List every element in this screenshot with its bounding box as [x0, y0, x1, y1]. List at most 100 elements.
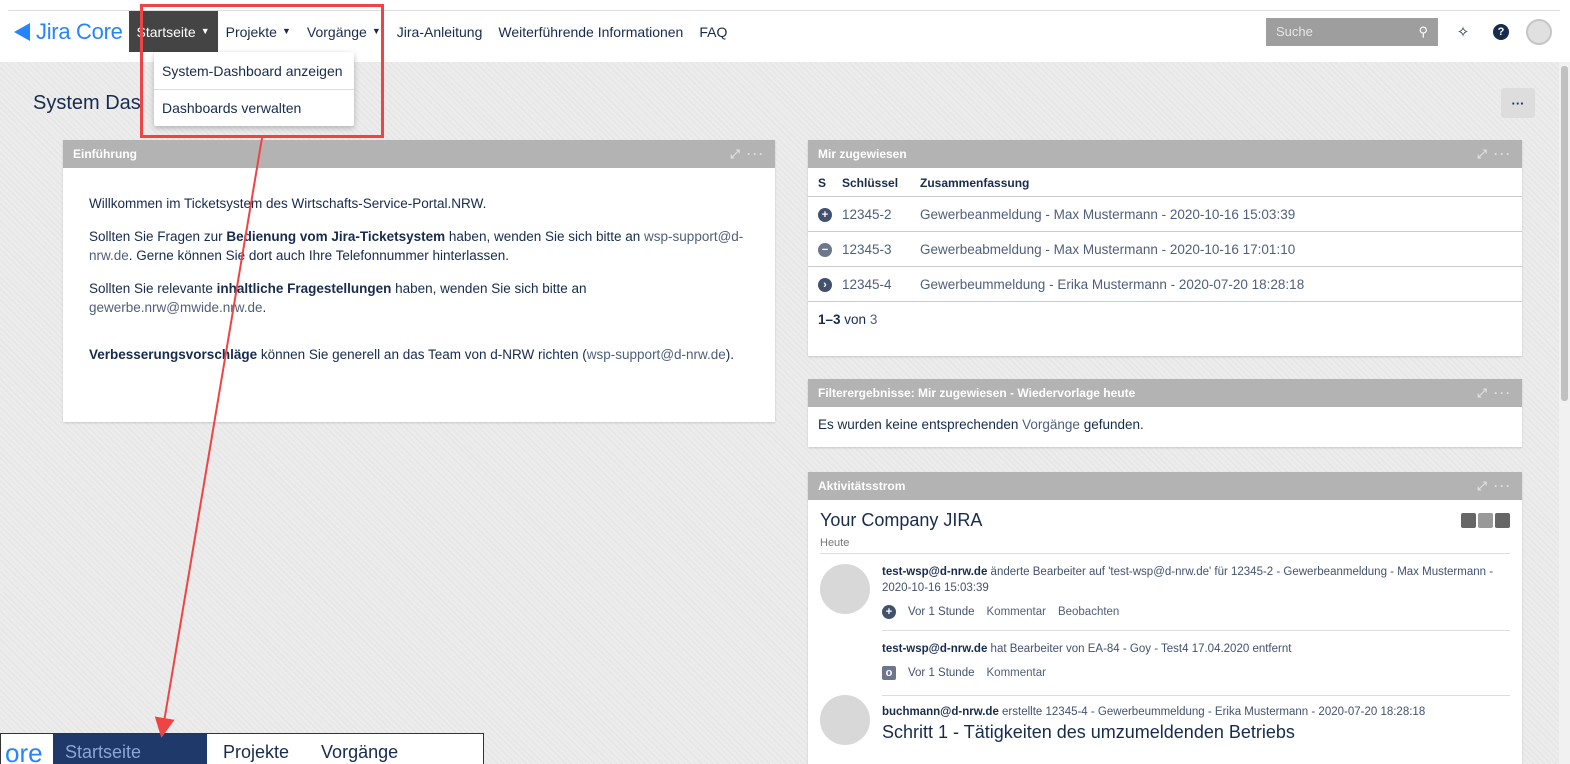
watch-link[interactable]: Beobachten	[1058, 604, 1119, 620]
text: .	[262, 300, 267, 315]
activity-time: Vor 1 Stunde	[908, 606, 975, 618]
issue-type-icon: o	[882, 666, 896, 680]
search-icon[interactable]: ⚲	[1418, 24, 1428, 40]
page-scrollbar[interactable]	[1559, 62, 1570, 764]
email-link[interactable]: gewerbe.nrw@mwide.nrw.de	[89, 300, 263, 315]
activity-description: hat Bearbeiter von EA-84 - Goy - Test4 1…	[987, 643, 1292, 655]
avatar[interactable]	[820, 564, 870, 614]
gadget-mir-zugewiesen: Mir zugewiesen ⤢ ··· S Schlüssel Zusamme…	[808, 140, 1522, 356]
issue-key-link[interactable]: 12345-3	[842, 242, 892, 257]
feedback-megaphone-icon[interactable]: ✧	[1450, 19, 1476, 45]
zoom-vorgaenge: Vorgänge	[321, 742, 399, 762]
gadget-controls-icon[interactable]: ⤢ ···	[1477, 386, 1512, 401]
annotation-highlight-box	[140, 4, 384, 138]
nav-weiterfuehrende-informationen[interactable]: Weiterführende Informationen	[490, 11, 691, 52]
help-button[interactable]: ?	[1488, 19, 1514, 45]
activity-heading: Schritt 1 - Tätigkeiten des umzumeldende…	[882, 722, 1295, 742]
vorgaenge-link[interactable]: Vorgänge	[1022, 417, 1080, 432]
activity-user-link[interactable]: buchmann@d-nrw.de	[882, 706, 999, 718]
activity-day-label: Heute	[820, 537, 1510, 554]
gadget-title: Einführung	[73, 147, 137, 161]
text: ).	[725, 347, 735, 362]
gadget-filterergebnisse: Filterergebnisse: Mir zugewiesen - Wiede…	[808, 379, 1522, 447]
activity-item: buchmann@d-nrw.de erstellte 12345-4 - Ge…	[808, 691, 1522, 755]
intro-paragraph: Verbesserungsvorschläge können Sie gener…	[89, 345, 749, 364]
text: gefunden.	[1079, 417, 1144, 432]
gadget-einfuehrung: Einführung ⤢ ··· Willkommen im Ticketsys…	[63, 140, 775, 422]
comment-link[interactable]: Kommentar	[987, 604, 1046, 620]
gadget-body: Willkommen im Ticketsystem des Wirtschaf…	[63, 168, 775, 390]
issue-key-link[interactable]: 12345-2	[842, 207, 892, 222]
comment-link[interactable]: Kommentar	[987, 665, 1046, 681]
search-input[interactable]	[1276, 24, 1406, 39]
gadget-controls-icon[interactable]: ⤢ ···	[730, 147, 765, 162]
plus-icon: +	[882, 605, 896, 619]
rss-feed-icon[interactable]	[1495, 513, 1510, 528]
text: haben, wenden Sie sich bitte an	[391, 281, 587, 296]
activity-user-link[interactable]: test-wsp@d-nrw.de	[882, 643, 987, 655]
activity-description: erstellte 12345-4 - Gewerbeummeldung - E…	[998, 706, 1426, 718]
gadget-header: Filterergebnisse: Mir zugewiesen - Wiede…	[808, 379, 1522, 407]
jira-logo[interactable]: Jira Core	[8, 11, 129, 52]
table-row[interactable]: › 12345-4 Gewerbeummeldung - Erika Muste…	[808, 266, 1522, 302]
table-header-row: S Schlüssel Zusammenfassung	[808, 168, 1522, 197]
search-box: ⚲	[1266, 17, 1438, 46]
activity-user-link[interactable]: test-wsp@d-nrw.de	[882, 566, 987, 578]
nav-jira-anleitung[interactable]: Jira-Anleitung	[389, 11, 491, 52]
issue-summary-link[interactable]: Gewerbeabmeldung - Max Mustermann - 2020…	[920, 242, 1295, 257]
text: Willkommen im Ticketsystem des Wirtschaf…	[89, 196, 487, 211]
issue-key-link[interactable]: 12345-4	[842, 277, 892, 292]
help-icon: ?	[1493, 23, 1509, 40]
gadget-controls-icon[interactable]: ⤢ ···	[1477, 147, 1512, 162]
issue-summary-link[interactable]: Gewerbeanmeldung - Max Mustermann - 2020…	[920, 207, 1295, 222]
gadget-header: Aktivitätsstrom ⤢ ···	[808, 472, 1522, 500]
avatar[interactable]	[820, 695, 870, 745]
issue-table: S Schlüssel Zusammenfassung + 12345-2 Ge…	[808, 168, 1522, 302]
gadget-title: Aktivitätsstrom	[818, 479, 906, 493]
gadget-aktivitaetsstrom: Aktivitätsstrom ⤢ ··· Your Company JIRA …	[808, 472, 1522, 764]
activity-entry: test-wsp@d-nrw.de änderte Bearbeiter auf…	[882, 564, 1510, 681]
text: Es wurden keine entsprechenden	[818, 417, 1023, 432]
user-avatar[interactable]	[1526, 18, 1552, 45]
pager-total-link[interactable]: 3	[870, 312, 878, 327]
jira-logo-icon	[14, 22, 30, 41]
activity-title-row: Your Company JIRA	[808, 500, 1522, 537]
status-icon: ›	[818, 278, 832, 292]
column-header[interactable]: S	[808, 168, 842, 197]
gadget-title: Filterergebnisse: Mir zugewiesen - Wiede…	[818, 386, 1136, 400]
zoom-projekte: Projekte	[223, 742, 290, 762]
table-row[interactable]: − 12345-3 Gewerbeabmeldung - Max Musterm…	[808, 231, 1522, 267]
table-row[interactable]: + 12345-2 Gewerbeanmeldung - Max Musterm…	[808, 196, 1522, 232]
activity-time: Vor 1 Stunde	[908, 667, 975, 679]
issue-summary-link[interactable]: Gewerbeummeldung - Erika Mustermann - 20…	[920, 277, 1304, 292]
column-header[interactable]: Zusammenfassung	[920, 168, 1522, 197]
list-view-icon[interactable]	[1461, 513, 1476, 528]
gadget-controls-icon[interactable]: ⤢ ···	[1477, 479, 1512, 494]
text: können Sie generell an das Team von d-NR…	[257, 347, 587, 362]
pager-of: von	[844, 312, 867, 327]
logo-text: Jira Core	[36, 18, 123, 44]
activity-meta: + Vor 1 Stunde Kommentar Beobachten	[882, 604, 1510, 620]
nav-label: Jira-Anleitung	[396, 23, 483, 40]
zoom-logo-text: ore	[5, 738, 43, 764]
page-title: System Das	[33, 92, 141, 114]
activity-entry: buchmann@d-nrw.de erstellte 12345-4 - Ge…	[882, 695, 1510, 745]
email-link[interactable]: wsp-support@d-nrw.de	[587, 347, 726, 362]
nav-faq[interactable]: FAQ	[691, 11, 735, 52]
column-header[interactable]: Schlüssel	[842, 168, 920, 197]
divider	[882, 630, 1510, 631]
full-view-icon[interactable]	[1478, 513, 1493, 528]
bold-text: Verbesserungsvorschläge	[89, 347, 258, 362]
bold-text: Bedienung vom Jira-Ticketsystem	[226, 229, 446, 244]
activity-item: test-wsp@d-nrw.de änderte Bearbeiter auf…	[808, 554, 1522, 691]
nav-label: Weiterführende Informationen	[498, 23, 684, 40]
intro-paragraph: Willkommen im Ticketsystem des Wirtschaf…	[89, 194, 749, 213]
activity-view-icons	[1461, 513, 1510, 528]
pagination: 1–3 von 3	[808, 302, 1522, 337]
scrollbar-thumb[interactable]	[1561, 66, 1568, 401]
activity-meta: o Vor 1 Stunde Kommentar	[882, 665, 1510, 681]
intro-paragraph: Sollten Sie relevante inhaltliche Frages…	[89, 279, 749, 317]
gadget-header: Einführung ⤢ ···	[63, 140, 775, 168]
text: Sollten Sie Fragen zur	[89, 229, 227, 244]
dashboard-more-button[interactable]: ···	[1501, 88, 1535, 118]
